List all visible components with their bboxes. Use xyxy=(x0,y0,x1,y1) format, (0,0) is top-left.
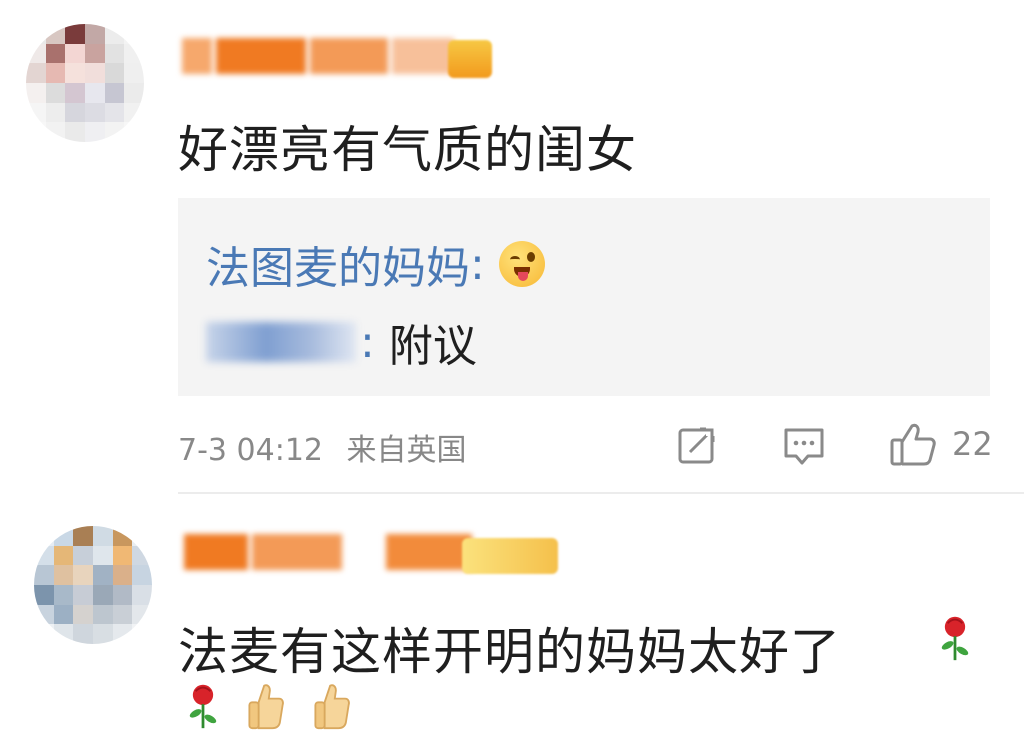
avatar[interactable] xyxy=(26,24,144,142)
reply-line: 法图麦的妈妈 : xyxy=(206,232,545,296)
reply-author-redacted[interactable] xyxy=(206,322,356,362)
comment-time: 7-3 04:12 xyxy=(178,433,323,468)
thumbs-up-icon[interactable] xyxy=(888,420,938,468)
share-icon[interactable] xyxy=(676,424,718,466)
comment-text: 法麦有这样开明的妈妈太好了 xyxy=(178,623,841,681)
comment-icon[interactable] xyxy=(782,426,826,466)
reply-colon: : xyxy=(470,238,485,290)
vip-badge-icon xyxy=(448,40,492,78)
like-count: 22 xyxy=(952,425,993,463)
username-redacted[interactable] xyxy=(182,30,458,82)
username-redacted[interactable] xyxy=(184,526,476,578)
thumbs-up-emoji-icon xyxy=(314,684,350,730)
reply-preview[interactable]: 法图麦的妈妈 : : 附议 xyxy=(178,198,990,396)
comment-text: 好漂亮有气质的闺女 xyxy=(178,121,637,179)
emoji-row xyxy=(184,682,354,730)
reply-line: : 附议 xyxy=(206,310,477,374)
reply-author-name[interactable]: 法图麦的妈妈 xyxy=(206,232,470,296)
wink-tongue-emoji-icon xyxy=(498,241,545,287)
comment-item: 法麦有这样开明的妈妈太好了 xyxy=(0,494,1024,750)
vip-badge-icon xyxy=(462,538,558,574)
comment-item: 好漂亮有气质的闺女 法图麦的妈妈 : : 附议 7-3 04:12 来自英国 2… xyxy=(0,0,1024,494)
reply-text: 附议 xyxy=(388,321,477,372)
thumbs-up-emoji-icon xyxy=(248,684,284,730)
comment-location: 来自英国 xyxy=(346,433,467,468)
avatar[interactable] xyxy=(34,526,152,644)
rose-emoji-icon xyxy=(941,616,969,661)
reply-colon: : xyxy=(360,316,375,368)
rose-emoji-icon xyxy=(189,684,217,729)
comment-meta: 7-3 04:12 来自英国 xyxy=(178,425,481,469)
